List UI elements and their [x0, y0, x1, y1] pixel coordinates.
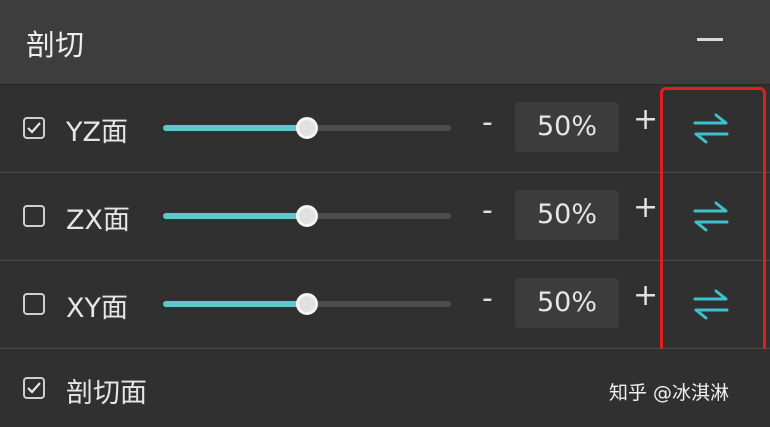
decrease-button[interactable]: -: [482, 193, 493, 228]
slider-yz[interactable]: [163, 117, 451, 139]
row-label: XY面: [66, 293, 128, 324]
value-field[interactable]: 50%: [515, 190, 619, 240]
slider-thumb[interactable]: [296, 205, 318, 227]
section-face-label: 剖切面: [66, 378, 147, 409]
watermark: 知乎 @冰淇淋: [609, 382, 730, 404]
slider-xy[interactable]: [163, 293, 451, 315]
row-label: ZX面: [66, 205, 130, 236]
increase-button[interactable]: +: [633, 190, 658, 225]
increase-button[interactable]: +: [633, 278, 658, 313]
decrease-button[interactable]: -: [482, 105, 493, 140]
checkmark-icon: [27, 122, 41, 134]
panel-title: 剖切: [26, 28, 85, 62]
row-label: YZ面: [66, 117, 128, 148]
slider-zx[interactable]: [163, 205, 451, 227]
checkbox-yz[interactable]: [23, 117, 45, 139]
value-field[interactable]: 50%: [515, 278, 619, 328]
checkbox-section-face[interactable]: [23, 377, 45, 399]
highlight-box: [660, 87, 766, 363]
section-row-yz: YZ面 - 50% +: [0, 85, 770, 173]
panel-header: 剖切: [0, 0, 770, 85]
increase-button[interactable]: +: [633, 102, 658, 137]
slider-thumb[interactable]: [296, 117, 318, 139]
section-panel: 剖切 YZ面 - 50% + ZX面 - 50% + XY面 - 50% + 剖…: [0, 0, 770, 427]
checkbox-zx[interactable]: [23, 205, 45, 227]
section-row-xy: XY面 - 50% +: [0, 261, 770, 349]
checkmark-icon: [27, 382, 41, 394]
checkbox-xy[interactable]: [23, 293, 45, 315]
value-field[interactable]: 50%: [515, 102, 619, 152]
decrease-button[interactable]: -: [482, 281, 493, 316]
slider-thumb[interactable]: [296, 293, 318, 315]
slider-fill: [163, 213, 307, 219]
slider-fill: [163, 125, 307, 131]
section-row-zx: ZX面 - 50% +: [0, 173, 770, 261]
minus-icon[interactable]: [697, 38, 723, 41]
slider-fill: [163, 301, 307, 307]
section-face-row: 剖切面 知乎 @冰淇淋: [0, 349, 770, 427]
